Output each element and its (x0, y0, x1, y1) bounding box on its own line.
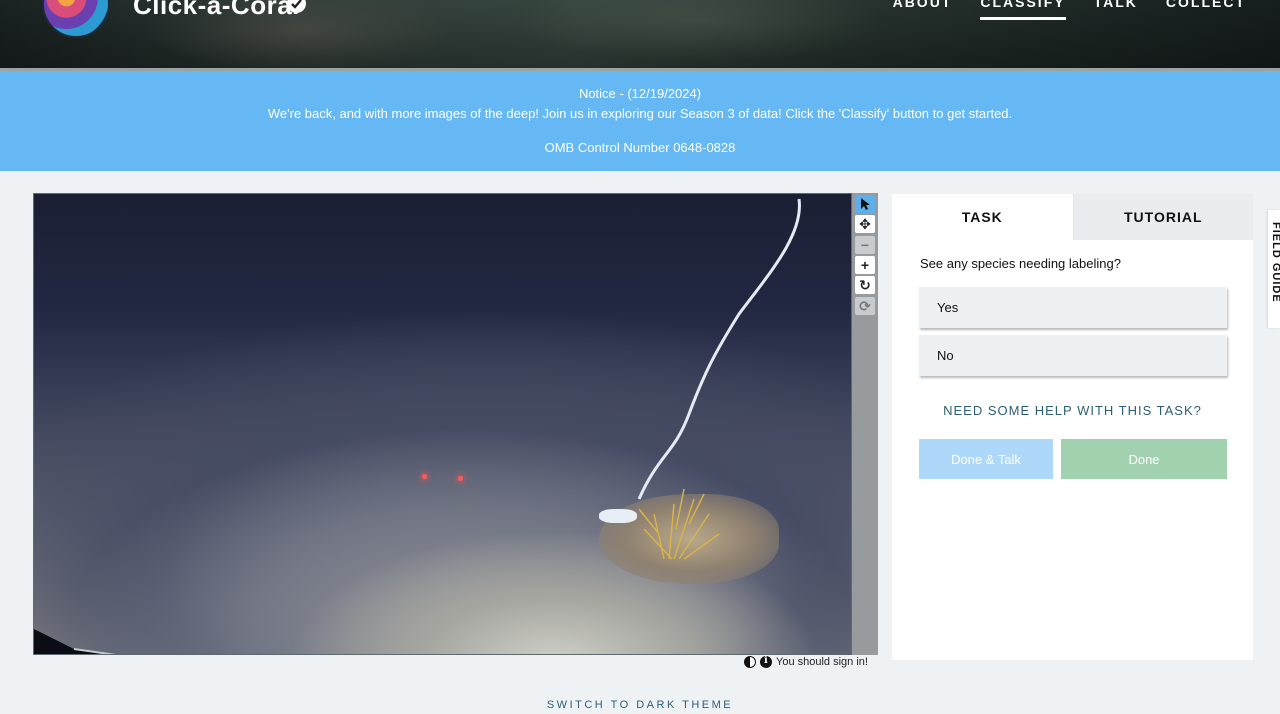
nav-talk[interactable]: TALK (1094, 0, 1138, 16)
pointer-icon[interactable] (855, 195, 875, 213)
notice-message: We're back, and with more images of the … (267, 106, 1013, 121)
omb-control-number: OMB Control Number 0648-0828 (544, 140, 736, 155)
task-help-link[interactable]: NEED SOME HELP WITH THIS TASK? (892, 403, 1253, 418)
rotate-icon[interactable]: ↻ (855, 276, 875, 294)
field-guide-tab[interactable]: FIELD GUIDE (1268, 210, 1280, 328)
task-panel: TASK TUTORIAL See any species needing la… (892, 194, 1253, 660)
task-question: See any species needing labeling? (920, 256, 1121, 271)
done-button[interactable]: Done (1061, 439, 1227, 479)
viewer-meta-row: You should sign in! (744, 655, 868, 668)
project-title[interactable]: Click-a-Coral (133, 0, 300, 21)
nav-about[interactable]: ABOUT (893, 0, 953, 16)
task-tabs: TASK TUTORIAL (892, 194, 1253, 240)
zoom-in-icon[interactable]: + (855, 256, 875, 274)
answer-yes-button[interactable]: Yes (919, 287, 1227, 328)
switch-theme-link[interactable]: SWITCH TO DARK THEME (0, 699, 1280, 711)
sign-in-message[interactable]: You should sign in! (776, 656, 868, 668)
yellow-coral (638, 488, 720, 560)
field-guide-label: FIELD GUIDE (1270, 222, 1280, 303)
metadata-info-icon[interactable] (760, 655, 772, 668)
nav-collect[interactable]: COLLECT (1166, 0, 1246, 16)
nav-classify[interactable]: CLASSIFY (980, 0, 1066, 20)
answer-no-button[interactable]: No (919, 335, 1227, 376)
tab-tutorial[interactable]: TUTORIAL (1072, 194, 1253, 240)
whip-coral-stalk (637, 198, 801, 500)
tab-task[interactable]: TASK (892, 194, 1073, 240)
reset-icon[interactable]: ⟳ (855, 297, 875, 315)
rov-hull (34, 629, 117, 654)
notice-date: Notice - (12/19/2024) (578, 86, 702, 101)
move-icon[interactable]: ✥ (855, 215, 875, 233)
zoom-out-icon[interactable]: − (855, 236, 875, 254)
laser-dot-right (458, 476, 463, 481)
done-and-talk-button[interactable]: Done & Talk (919, 439, 1053, 479)
white-coral (599, 509, 637, 523)
notice-banner: Notice - (12/19/2024) We're back, and wi… (0, 71, 1280, 171)
project-nav: ABOUT CLASSIFY TALK COLLECT (893, 0, 1246, 20)
viewer-toolbar: ✥ − + ↻ ⟳ (852, 193, 878, 655)
laser-dot-left (422, 474, 427, 479)
invert-colors-icon[interactable] (744, 656, 756, 668)
subject-image[interactable] (33, 193, 852, 655)
